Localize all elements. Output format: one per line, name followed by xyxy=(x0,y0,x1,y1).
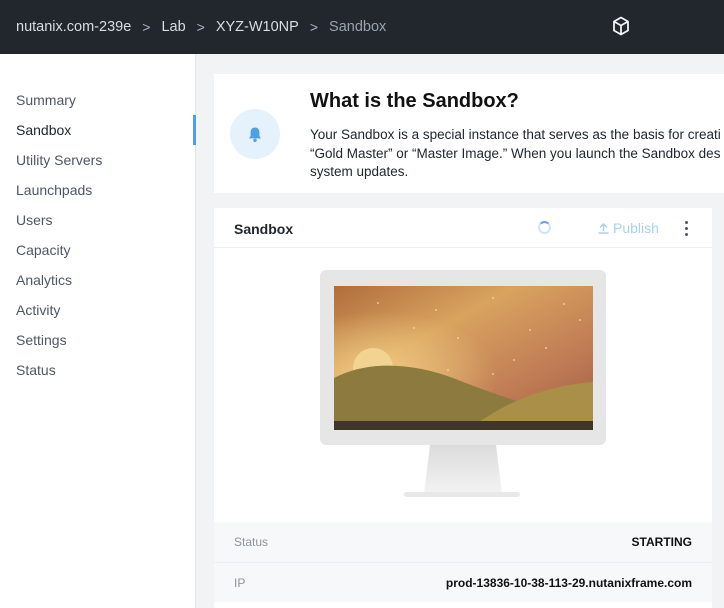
top-bar: nutanix.com-239e > Lab > XYZ-W10NP > San… xyxy=(0,0,724,54)
publish-button[interactable]: Publish xyxy=(598,220,659,236)
breadcrumb-separator: > xyxy=(196,19,205,35)
sidebar-item-settings[interactable]: Settings xyxy=(0,325,196,355)
sidebar-item-sandbox[interactable]: Sandbox xyxy=(0,115,196,145)
status-label: Status xyxy=(234,535,269,549)
sandbox-card-title: Sandbox xyxy=(234,221,294,237)
sandbox-monitor-illustration xyxy=(320,270,606,497)
sidebar-item-utility-servers[interactable]: Utility Servers xyxy=(0,145,196,175)
breadcrumb-account[interactable]: XYZ-W10NP xyxy=(216,19,299,35)
sidebar: Summary Sandbox Utility Servers Launchpa… xyxy=(0,54,196,608)
ip-value: prod-13836-10-38-113-29.nutanixframe.com xyxy=(445,575,692,590)
info-description: Your Sandbox is a special instance that … xyxy=(310,127,721,179)
breadcrumb-lab[interactable]: Lab xyxy=(161,19,185,35)
cube-icon[interactable] xyxy=(612,16,630,36)
loading-spinner-icon xyxy=(538,221,551,234)
publish-label: Publish xyxy=(613,220,659,236)
breadcrumb-separator: > xyxy=(309,19,319,35)
sandbox-card-header: Sandbox Publish xyxy=(214,208,712,248)
info-title: What is the Sandbox? xyxy=(310,90,519,112)
status-value: STARTING xyxy=(631,535,692,549)
sidebar-item-users[interactable]: Users xyxy=(0,205,196,235)
ip-row: IP prod-13836-10-38-113-29.nutanixframe.… xyxy=(214,562,712,602)
status-row: Status STARTING xyxy=(214,522,712,562)
sidebar-item-analytics[interactable]: Analytics xyxy=(0,265,196,295)
sandbox-info-card: What is the Sandbox? Your Sandbox is a s… xyxy=(214,74,724,193)
sandbox-card: Sandbox Publish Status STARTING IP prod-… xyxy=(214,208,712,608)
sidebar-item-summary[interactable]: Summary xyxy=(0,85,196,115)
more-options-icon[interactable] xyxy=(682,220,690,237)
ip-label: IP xyxy=(234,575,246,590)
sidebar-item-launchpads[interactable]: Launchpads xyxy=(0,175,196,205)
bell-icon-badge xyxy=(230,109,280,159)
breadcrumb-org[interactable]: nutanix.com-239e xyxy=(16,19,131,35)
bell-icon xyxy=(249,127,261,142)
breadcrumb-separator: > xyxy=(142,19,151,35)
sidebar-item-capacity[interactable]: Capacity xyxy=(0,235,196,265)
sidebar-item-status[interactable]: Status xyxy=(0,355,196,385)
breadcrumb-current: Sandbox xyxy=(329,19,387,35)
sidebar-item-activity[interactable]: Activity xyxy=(0,295,196,325)
upload-icon xyxy=(598,222,609,234)
